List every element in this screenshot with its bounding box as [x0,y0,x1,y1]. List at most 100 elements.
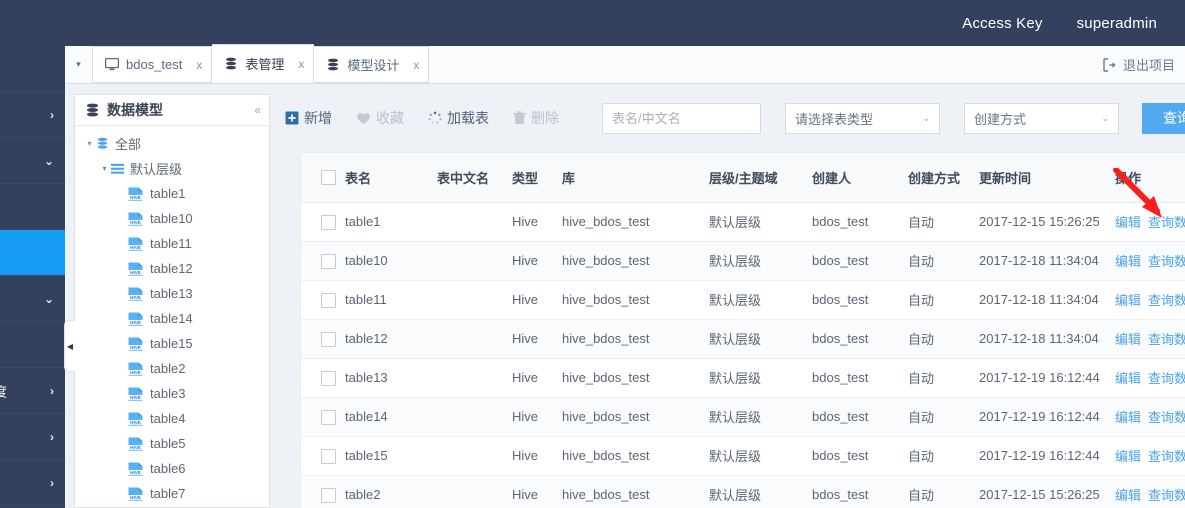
action-编辑[interactable]: 编辑 [1115,449,1141,464]
nav-item-3[interactable] [0,184,65,230]
nav-item-6[interactable] [0,322,65,368]
cell-type: Hive [512,241,562,281]
expand-caret-icon[interactable]: ▾ [98,164,111,173]
action-查询数据[interactable]: 查询数据 [1148,449,1185,464]
nav-item-0[interactable] [0,46,65,92]
action-查询数据[interactable]: 查询数据 [1148,332,1185,347]
tree-node-table15[interactable]: HIVE table15 [75,331,269,356]
tab-模型设计[interactable]: 模型设计 x [314,46,430,83]
action-编辑[interactable]: 编辑 [1115,332,1141,347]
tree-node-label: table10 [150,211,193,226]
tab-list-dropdown-icon[interactable]: ▾ [65,46,92,83]
table-row[interactable]: table14 Hive hive_bdos_test 默认层级 bdos_test 自动… [301,397,1185,437]
table-type-select[interactable]: 请选择表类型 ⌄ [785,102,940,134]
current-user-menu[interactable]: superadmin [1077,15,1157,32]
nav-item-1[interactable]: › [0,92,65,138]
table-row[interactable]: table1 Hive hive_bdos_test 默认层级 bdos_test 自动 2… [301,202,1185,242]
row-checkbox[interactable] [321,487,336,503]
tab-close-icon[interactable]: x [298,57,304,71]
action-查询数据[interactable]: 查询数据 [1148,488,1185,503]
tree-node-table2[interactable]: HIVE table2 [75,356,269,381]
action-查询数据[interactable]: 查询数据 [1148,254,1185,269]
tree-node-table13[interactable]: HIVE table13 [75,281,269,306]
create-mode-select[interactable]: 创建方式 ⌄ [964,102,1119,134]
tree-panel-toggle-handle[interactable]: ◀ [64,320,75,372]
action-编辑[interactable]: 编辑 [1115,254,1141,269]
tab-close-icon[interactable]: x [413,58,419,72]
tab-bdos_test[interactable]: bdos_test x [92,46,213,83]
tree-node-table1[interactable]: HIVE table1 [75,181,269,206]
tree-node-table3[interactable]: HIVE table3 [75,381,269,406]
tree-node-table7[interactable]: HIVE table7 [75,481,269,506]
tree-node-全部[interactable]: ▾ 全部 [75,131,269,156]
row-checkbox[interactable] [321,331,336,347]
tab-表管理[interactable]: 表管理 x [212,44,315,83]
nav-item-7[interactable]: 度› [0,368,65,414]
svg-text:HIVE: HIVE [130,245,141,250]
action-编辑[interactable]: 编辑 [1115,410,1141,425]
table-row[interactable]: table15 Hive hive_bdos_test 默认层级 bdos_test 自动… [301,436,1185,476]
tree-node-table11[interactable]: HIVE table11 [75,231,269,256]
row-checkbox[interactable] [321,370,336,386]
nav-item-5[interactable]: ⌄ [0,276,65,322]
select-all-checkbox[interactable] [321,170,336,186]
nav-item-8[interactable]: › [0,414,65,460]
tree-node-table6[interactable]: HIVE table6 [75,456,269,481]
table-row[interactable]: table13 Hive hive_bdos_test 默认层级 bdos_test 自动… [301,358,1185,398]
col-database: 库 [562,153,709,203]
table-row[interactable]: table2 Hive hive_bdos_test 默认层级 bdos_test 自动 2… [301,475,1185,508]
left-main-nav: ›⌄⌄度››› [0,46,65,508]
cell-name: table13 [345,358,437,398]
svg-text:HIVE: HIVE [130,370,141,375]
chevron-right-icon: › [50,429,54,444]
add-table-button[interactable]: 新增 [285,108,332,128]
row-checkbox[interactable] [321,409,336,425]
collapse-panel-icon[interactable]: « [254,103,261,117]
action-查询数据[interactable]: 查询数据 [1148,410,1185,425]
row-checkbox[interactable] [321,448,336,464]
action-查询数据[interactable]: 查询数据 [1148,371,1185,386]
action-编辑[interactable]: 编辑 [1115,488,1141,503]
table-name-search-input[interactable] [602,102,761,134]
action-编辑[interactable]: 编辑 [1115,293,1141,308]
cell-db: hive_bdos_test [562,280,709,320]
table-row[interactable]: table11 Hive hive_bdos_test 默认层级 bdos_test 自动… [301,280,1185,320]
tree-node-table14[interactable]: HIVE table14 [75,306,269,331]
load-table-button[interactable]: 加载表 [428,108,489,128]
row-checkbox[interactable] [321,292,336,308]
action-编辑[interactable]: 编辑 [1115,215,1141,230]
cell-owner: bdos_test [812,475,908,508]
action-查询数据[interactable]: 查询数据 [1148,215,1185,230]
table-row[interactable]: table10 Hive hive_bdos_test 默认层级 bdos_test 自动… [301,241,1185,281]
nav-item-2[interactable]: ⌄ [0,138,65,184]
cell-name: table2 [345,475,437,508]
favorite-button[interactable]: 收藏 [356,108,404,128]
action-编辑[interactable]: 编辑 [1115,371,1141,386]
data-model-tree-panel: 数据模型 « ▾ 全部 ▾ 默认层级 HIVE table1 HIVE table10 HIVE… [74,94,270,508]
cell-type: Hive [512,280,562,320]
exit-icon [1103,57,1117,72]
nav-item-4[interactable] [0,230,65,276]
tree-node-table10[interactable]: HIVE table10 [75,206,269,231]
nav-item-9[interactable]: › [0,460,65,506]
access-key-link[interactable]: Access Key [962,15,1042,32]
tree-node-table12[interactable]: HIVE table12 [75,256,269,281]
cell-time: 2017-12-19 16:12:44 [979,397,1115,437]
exit-project-button[interactable]: 退出项目 [1090,46,1185,83]
action-查询数据[interactable]: 查询数据 [1148,293,1185,308]
query-button[interactable]: 查询 [1142,102,1185,134]
hive-file-icon: HIVE [128,287,143,301]
tree-node-table5[interactable]: HIVE table5 [75,431,269,456]
cell-operations: 编辑查询数据上传 [1115,202,1185,242]
cell-name: table12 [345,319,437,359]
delete-button[interactable]: 删除 [513,108,559,128]
expand-caret-icon[interactable]: ▾ [83,139,96,148]
table-row[interactable]: table12 Hive hive_bdos_test 默认层级 bdos_test 自动… [301,319,1185,359]
row-checkbox[interactable] [321,253,336,269]
chevron-right-icon: › [50,383,54,398]
row-checkbox[interactable] [321,214,336,230]
tree-node-table4[interactable]: HIVE table4 [75,406,269,431]
tree-node-默认层级[interactable]: ▾ 默认层级 [75,156,269,181]
cell-layer: 默认层级 [709,202,812,242]
tab-close-icon[interactable]: x [196,58,202,72]
